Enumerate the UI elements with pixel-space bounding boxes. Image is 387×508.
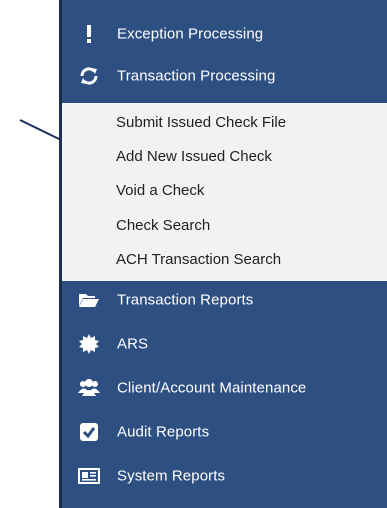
nav-item-audit-reports[interactable]: Audit Reports [62, 414, 387, 450]
nav-item-client-account-maintenance[interactable]: Client/Account Maintenance [62, 370, 387, 406]
users-icon [78, 377, 100, 399]
nav-item-label: Transaction Processing [117, 67, 276, 85]
transaction-processing-submenu: Submit Issued Check File Add New Issued … [62, 103, 387, 281]
refresh-icon [78, 65, 100, 87]
submenu-item-void-a-check[interactable]: Void a Check [116, 182, 204, 199]
nav-item-ars[interactable]: ARS [62, 326, 387, 362]
nav-item-label: Audit Reports [117, 423, 210, 441]
nav-item-label: Transaction Reports [117, 291, 254, 309]
nav-item-system-reports[interactable]: System Reports [62, 458, 387, 494]
nav-item-transaction-reports[interactable]: Transaction Reports [62, 282, 387, 318]
folder-open-icon [78, 289, 100, 311]
nav-item-label: ARS [117, 335, 149, 353]
gear-burst-icon [78, 333, 100, 355]
nav-item-exception-processing[interactable]: Exception Processing [62, 16, 387, 52]
nav-item-label: Client/Account Maintenance [117, 379, 307, 397]
submenu-item-add-new-issued-check[interactable]: Add New Issued Check [116, 148, 272, 165]
submenu-item-check-search[interactable]: Check Search [116, 217, 210, 234]
check-square-icon [78, 421, 100, 443]
submenu-item-ach-transaction-search[interactable]: ACH Transaction Search [116, 251, 281, 268]
nav-item-label: System Reports [117, 467, 226, 485]
nav-item-label: Exception Processing [117, 25, 264, 43]
exclamation-icon [78, 23, 100, 45]
submenu-item-submit-issued-check-file[interactable]: Submit Issued Check File [116, 114, 286, 131]
sidebar-nav: Exception Processing Transaction Process… [59, 0, 387, 508]
newspaper-icon [78, 465, 100, 487]
nav-item-transaction-processing[interactable]: Transaction Processing [62, 58, 387, 94]
